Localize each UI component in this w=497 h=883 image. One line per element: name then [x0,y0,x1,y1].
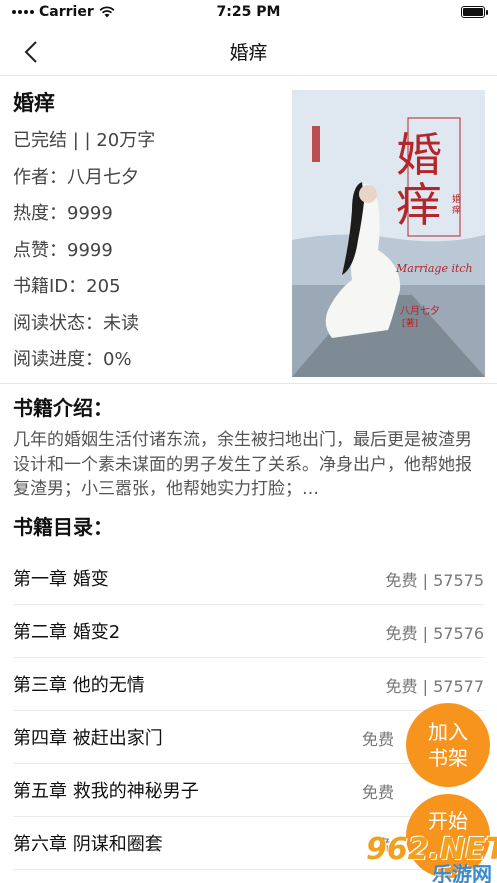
chapter-info: 免费 [361,730,394,749]
battery-icon [461,6,488,18]
clock: 7:25 PM [216,4,281,20]
navigation-bar: 婚痒 [0,26,497,76]
chapter-info: 免费 | 57575 [385,571,484,590]
cover-english-title: Marriage itch [396,262,473,275]
cover-title-small: 婚痒 [452,195,462,216]
chapter-row[interactable]: 第一章 婚变 免费 | 57575 [13,552,484,605]
page-title: 婚痒 [229,42,268,64]
book-author: 作者：八月七夕 [13,166,139,188]
chapter-row[interactable]: 第三章 他的无情 免费 | 57577 [13,658,484,711]
cover-author: 八月七夕 [400,306,440,317]
status-bar: Carrier 7:25 PM [0,0,497,26]
watermark-logo: 962.NET 乐游网 [362,832,497,883]
read-status: 阅读状态：未读 [13,312,139,334]
chapter-info: 免费 [361,783,394,802]
book-title: 婚痒 [13,91,55,115]
book-id: 书籍ID：205 [13,276,121,297]
catalog-heading: 书籍目录： [13,515,113,539]
intro-heading: 书籍介绍： [13,396,113,420]
divider [0,383,497,384]
book-info: 婚痒 已完结 | | 20万字 作者：八月七夕 热度：9999 点赞：9999 … [13,88,283,379]
cover-title-big: 婚痒 [396,128,442,232]
chapter-name: 第六章 阴谋和圈套 [13,834,163,855]
intro-text[interactable]: 几年的婚姻生活付诸东流，余生被扫地出门，最后更是被渣男设计和一个素未谋面的男子发… [13,428,485,501]
chapter-name: 第二章 婚变2 [13,622,121,643]
book-heat: 热度：9999 [13,203,113,224]
chapter-info: 免费 | 57576 [385,624,484,643]
start-reading-label: 开始 [428,809,468,833]
watermark-subtext: 乐游网 [432,862,492,883]
book-status: 已完结 | | 20万字 [13,130,156,151]
chapter-info: 免费 | 57577 [385,677,484,696]
book-likes: 点赞：9999 [13,239,113,261]
cover-illustration [292,90,485,377]
chapter-name: 第一章 婚变 [13,569,109,590]
add-to-shelf-button[interactable]: 加入书架 [406,703,490,787]
add-to-shelf-label: 加入书架 [428,720,468,770]
read-progress: 阅读进度：0% [13,349,132,370]
book-cover: 婚痒 婚痒 Marriage itch 八月七夕 [著] [292,90,485,377]
chapter-name: 第五章 救我的神秘男子 [13,781,199,802]
chapter-row[interactable]: 第五章 救我的神秘男子 免费 [13,764,484,817]
cover-author-tag: [著] [402,319,419,329]
chapter-row[interactable]: 第二章 婚变2 免费 | 57576 [13,605,484,658]
chapter-name: 第四章 被赶出家门 [13,728,163,749]
chapter-name: 第三章 他的无情 [13,675,145,696]
